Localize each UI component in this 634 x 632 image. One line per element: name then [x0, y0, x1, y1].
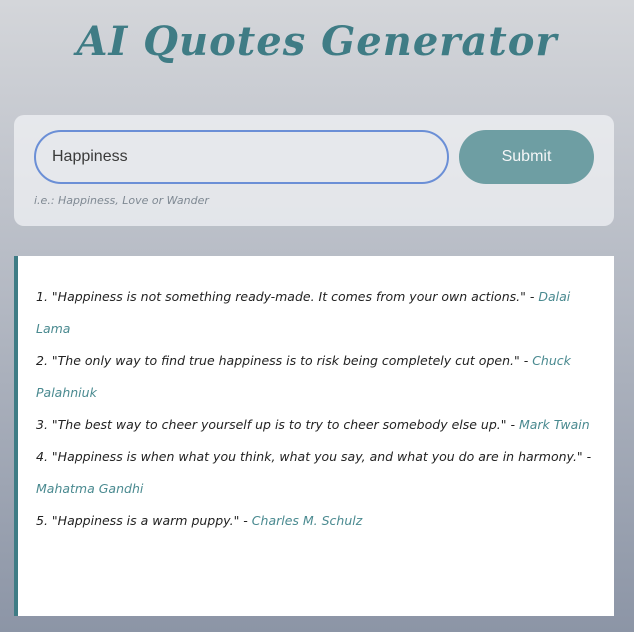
quote-text: "The only way to find true happiness is …: [51, 353, 520, 368]
quote-separator: -: [506, 417, 519, 432]
quote-separator: -: [519, 353, 533, 368]
page-title: AI Quotes Generator: [76, 18, 558, 65]
quote-author: Charles M. Schulz: [251, 513, 363, 528]
quote-item: 2. "The only way to find true happiness …: [36, 345, 596, 409]
quote-text: "The best way to cheer yourself up is to…: [51, 417, 507, 432]
quote-author: Mark Twain: [518, 417, 590, 432]
quote-item: 1. "Happiness is not something ready-mad…: [36, 281, 596, 345]
input-hint: i.e.: Happiness, Love or Wander: [34, 194, 209, 207]
quote-item: 5. "Happiness is a warm puppy." - Charle…: [36, 505, 596, 537]
quote-separator: -: [525, 289, 539, 304]
quote-number: 5.: [36, 513, 48, 528]
quote-number: 3.: [36, 417, 48, 432]
quote-text: "Happiness is not something ready-made. …: [51, 289, 526, 304]
submit-button[interactable]: Submit: [459, 130, 594, 184]
quote-separator: -: [582, 449, 592, 464]
quote-number: 4.: [36, 449, 48, 464]
quote-author: Mahatma Gandhi: [36, 481, 144, 496]
quote-form: Submit i.e.: Happiness, Love or Wander: [14, 115, 614, 226]
quote-item: 4. "Happiness is when what you think, wh…: [36, 441, 596, 505]
topic-input[interactable]: [34, 130, 449, 184]
quote-number: 2.: [36, 353, 48, 368]
quotes-results: 1. "Happiness is not something ready-mad…: [14, 256, 614, 616]
quote-separator: -: [239, 513, 252, 528]
quote-text: "Happiness is when what you think, what …: [51, 449, 583, 464]
quote-item: 3. "The best way to cheer yourself up is…: [36, 409, 596, 441]
quote-number: 1.: [36, 289, 48, 304]
quote-text: "Happiness is a warm puppy.": [51, 513, 240, 528]
